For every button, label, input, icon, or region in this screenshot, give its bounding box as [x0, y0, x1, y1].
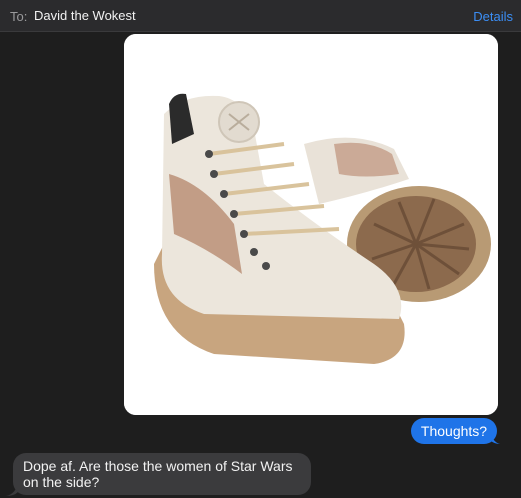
sent-message-bubble[interactable]: Thoughts? [411, 418, 497, 444]
recipient-name[interactable]: David the Wokest [34, 8, 136, 23]
sneakers-image [124, 34, 498, 415]
messages-window: To: David the Wokest Details Thoughts? D… [0, 0, 521, 498]
sent-bubble-tail [490, 430, 500, 444]
conversation-header: To: David the Wokest Details [0, 0, 521, 32]
sent-image-attachment[interactable] [124, 34, 498, 415]
message-thread: Thoughts? Dope af. Are those the women o… [0, 32, 521, 498]
received-message-bubble[interactable]: Dope af. Are those the women of Star War… [13, 453, 311, 495]
details-button[interactable]: Details [473, 9, 513, 24]
to-label: To: [10, 9, 28, 24]
